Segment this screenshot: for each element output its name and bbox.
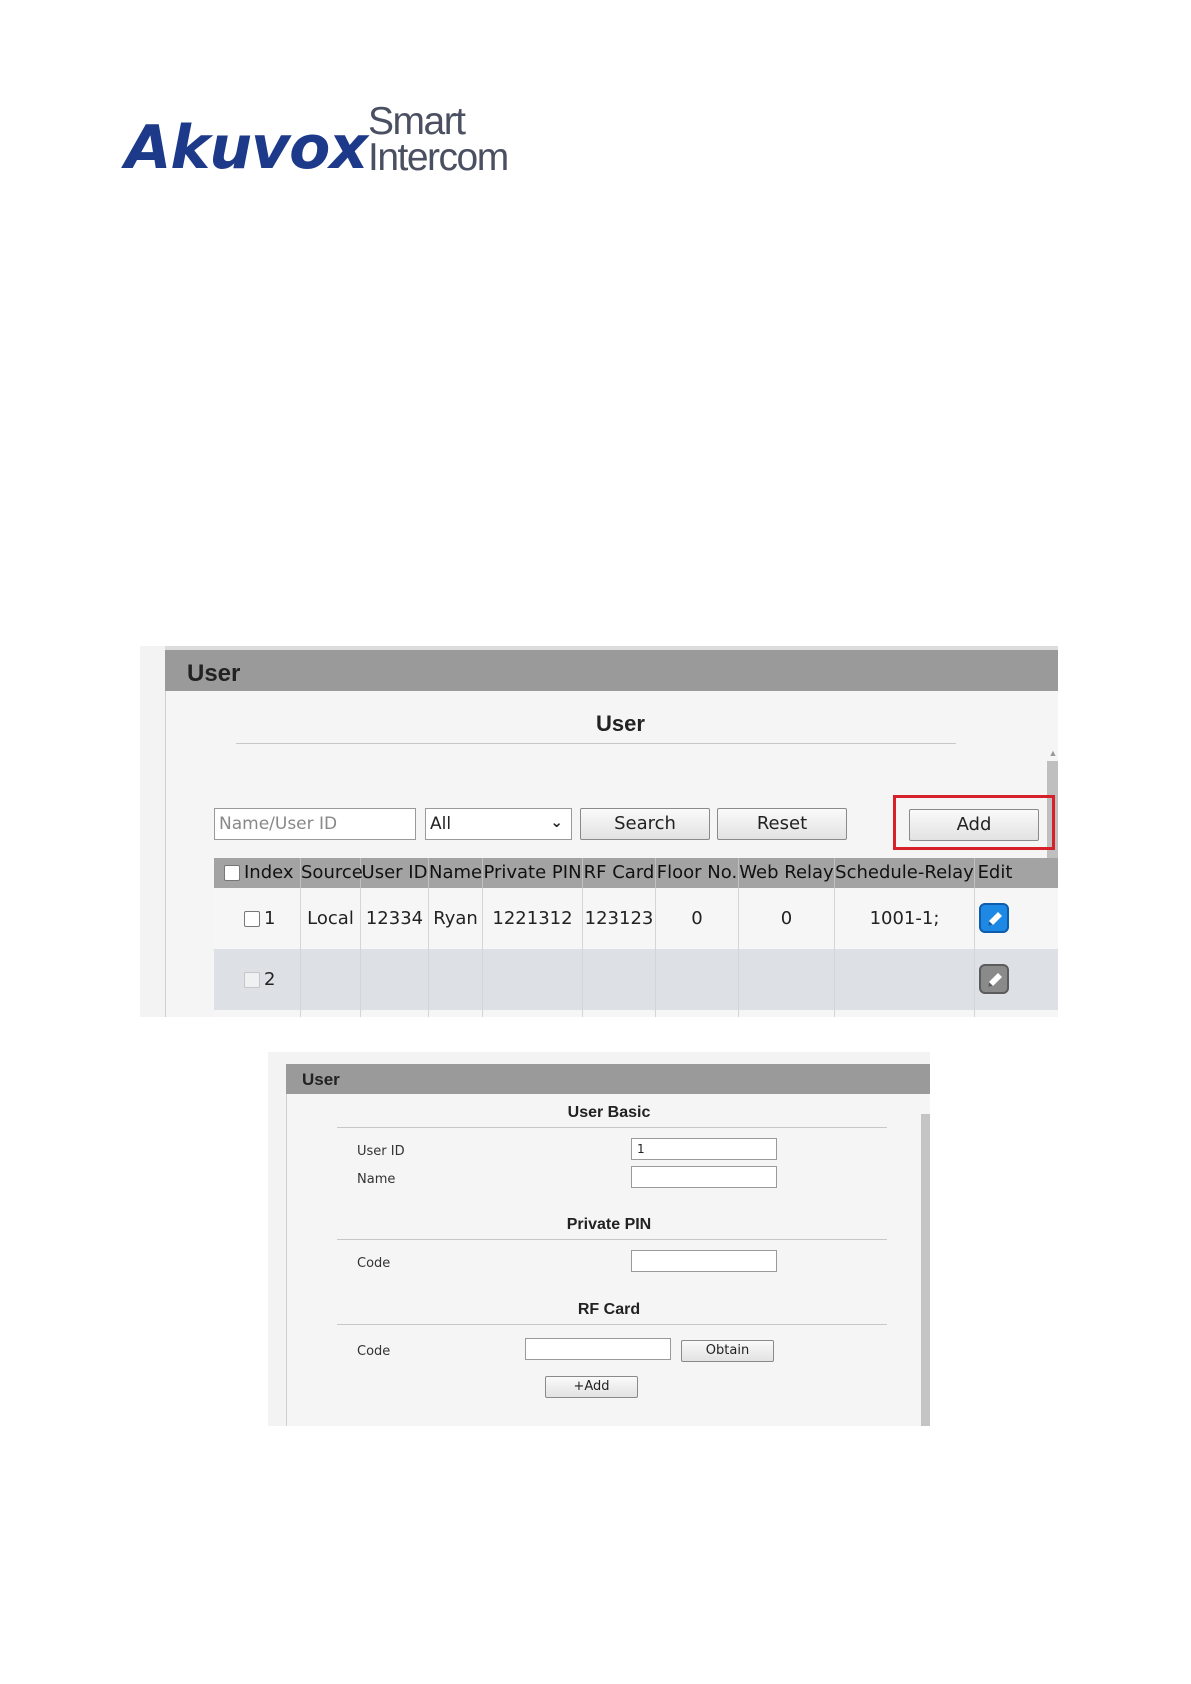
name-input[interactable] <box>631 1166 777 1188</box>
chevron-down-icon: ⌄ <box>550 813 563 831</box>
section-divider <box>337 1324 887 1325</box>
name-cell: Ryan <box>429 888 483 949</box>
akuvox-logo: Akuvox Smart Intercom <box>125 100 515 180</box>
floor-no-cell <box>656 949 739 1010</box>
column-rf-card: RF Card <box>583 858 656 888</box>
column-name: Name <box>429 858 483 888</box>
edit-pencil-icon[interactable] <box>979 903 1009 933</box>
pin-code-label: Code <box>357 1256 391 1271</box>
rf-card-cell: 123123 <box>583 888 656 949</box>
private-pin-cell: 1221312 <box>483 888 583 949</box>
section-divider <box>337 1239 887 1240</box>
logo-brand: Akuvox <box>125 113 368 183</box>
panel-header: User <box>165 646 1058 695</box>
schedule-relay-cell <box>835 949 975 1010</box>
user-list-screenshot: User User ▲ Name/User ID All ⌄ Search Re… <box>140 646 1058 1017</box>
column-index: Index <box>214 858 301 888</box>
search-button[interactable]: Search <box>580 808 710 840</box>
schedule-relay-cell: 1001-1; <box>835 888 975 949</box>
user-basic-title: User Basic <box>567 1104 651 1121</box>
column-schedule-relay: Schedule-Relay <box>835 858 975 888</box>
pin-code-input[interactable] <box>631 1250 777 1272</box>
name-label: Name <box>357 1172 396 1187</box>
private-pin-cell <box>483 1010 583 1017</box>
add-card-button[interactable]: +Add <box>545 1376 638 1398</box>
user-id-label: User ID <box>357 1144 405 1159</box>
row-index-cell: 2 <box>214 949 301 1010</box>
web-relay-cell <box>739 949 835 1010</box>
column-floor-no: Floor No. <box>656 858 739 888</box>
rf-card-cell <box>583 1010 656 1017</box>
table-header: Index Source User ID Name Private PIN RF… <box>214 858 1058 888</box>
user-id-cell: 12334 <box>361 888 429 949</box>
user-form-panel: User Basic User ID 1 Name Private PIN Co… <box>286 1094 930 1426</box>
floor-no-cell <box>656 1010 739 1017</box>
user-id-input[interactable]: 1 <box>631 1138 777 1160</box>
panel-title: User <box>302 1070 340 1089</box>
name-cell <box>429 1010 483 1017</box>
rf-card-cell <box>583 949 656 1010</box>
column-user-id: User ID <box>361 858 429 888</box>
private-pin-cell <box>483 949 583 1010</box>
column-private-pin: Private PIN <box>483 858 583 888</box>
scrollbar[interactable] <box>921 1114 930 1426</box>
rf-card-title: RF Card <box>577 1301 641 1318</box>
add-button[interactable]: Add <box>909 809 1039 841</box>
user-list-panel: User ▲ Name/User ID All ⌄ Search Reset A… <box>165 691 1058 1017</box>
web-relay-cell: 0 <box>739 888 835 949</box>
row-checkbox[interactable] <box>244 911 260 927</box>
table-row: 1 Local 12334 Ryan 1221312 123123 0 0 10… <box>214 888 1058 949</box>
source-cell <box>301 949 361 1010</box>
scroll-up-icon[interactable]: ▲ <box>1047 747 1058 759</box>
section-divider <box>337 1127 887 1128</box>
edit-pencil-icon[interactable] <box>979 964 1009 994</box>
table-row: 2 <box>214 949 1058 1010</box>
panel-header: User <box>286 1064 930 1094</box>
section-divider <box>236 743 956 744</box>
web-relay-cell <box>739 1010 835 1017</box>
user-id-cell <box>361 949 429 1010</box>
user-id-cell <box>361 1010 429 1017</box>
schedule-relay-cell <box>835 1010 975 1017</box>
search-input[interactable]: Name/User ID <box>214 808 416 840</box>
table-row: 3 <box>214 1010 1058 1017</box>
rf-code-label: Code <box>357 1344 391 1359</box>
floor-no-cell: 0 <box>656 888 739 949</box>
section-title: User <box>596 711 645 736</box>
add-user-form-screenshot: User User Basic User ID 1 Name Private P… <box>268 1052 930 1426</box>
name-cell <box>429 949 483 1010</box>
reset-button[interactable]: Reset <box>717 808 847 840</box>
row-index-cell: 3 <box>214 1010 301 1017</box>
rf-code-input[interactable] <box>525 1338 671 1360</box>
source-cell: Local <box>301 888 361 949</box>
select-all-checkbox[interactable] <box>224 865 240 881</box>
logo-tagline-intercom: Intercom <box>368 136 509 179</box>
column-web-relay: Web Relay <box>739 858 835 888</box>
private-pin-title: Private PIN <box>566 1216 652 1233</box>
row-checkbox[interactable] <box>244 972 260 988</box>
source-filter-select[interactable]: All ⌄ <box>425 808 572 840</box>
source-cell <box>301 1010 361 1017</box>
column-edit: Edit <box>977 862 1013 883</box>
row-index-cell: 1 <box>214 888 301 949</box>
obtain-button[interactable]: Obtain <box>681 1340 774 1362</box>
panel-title: User <box>187 660 241 687</box>
filter-selected-value: All <box>430 814 452 834</box>
column-source: Source <box>301 858 363 888</box>
